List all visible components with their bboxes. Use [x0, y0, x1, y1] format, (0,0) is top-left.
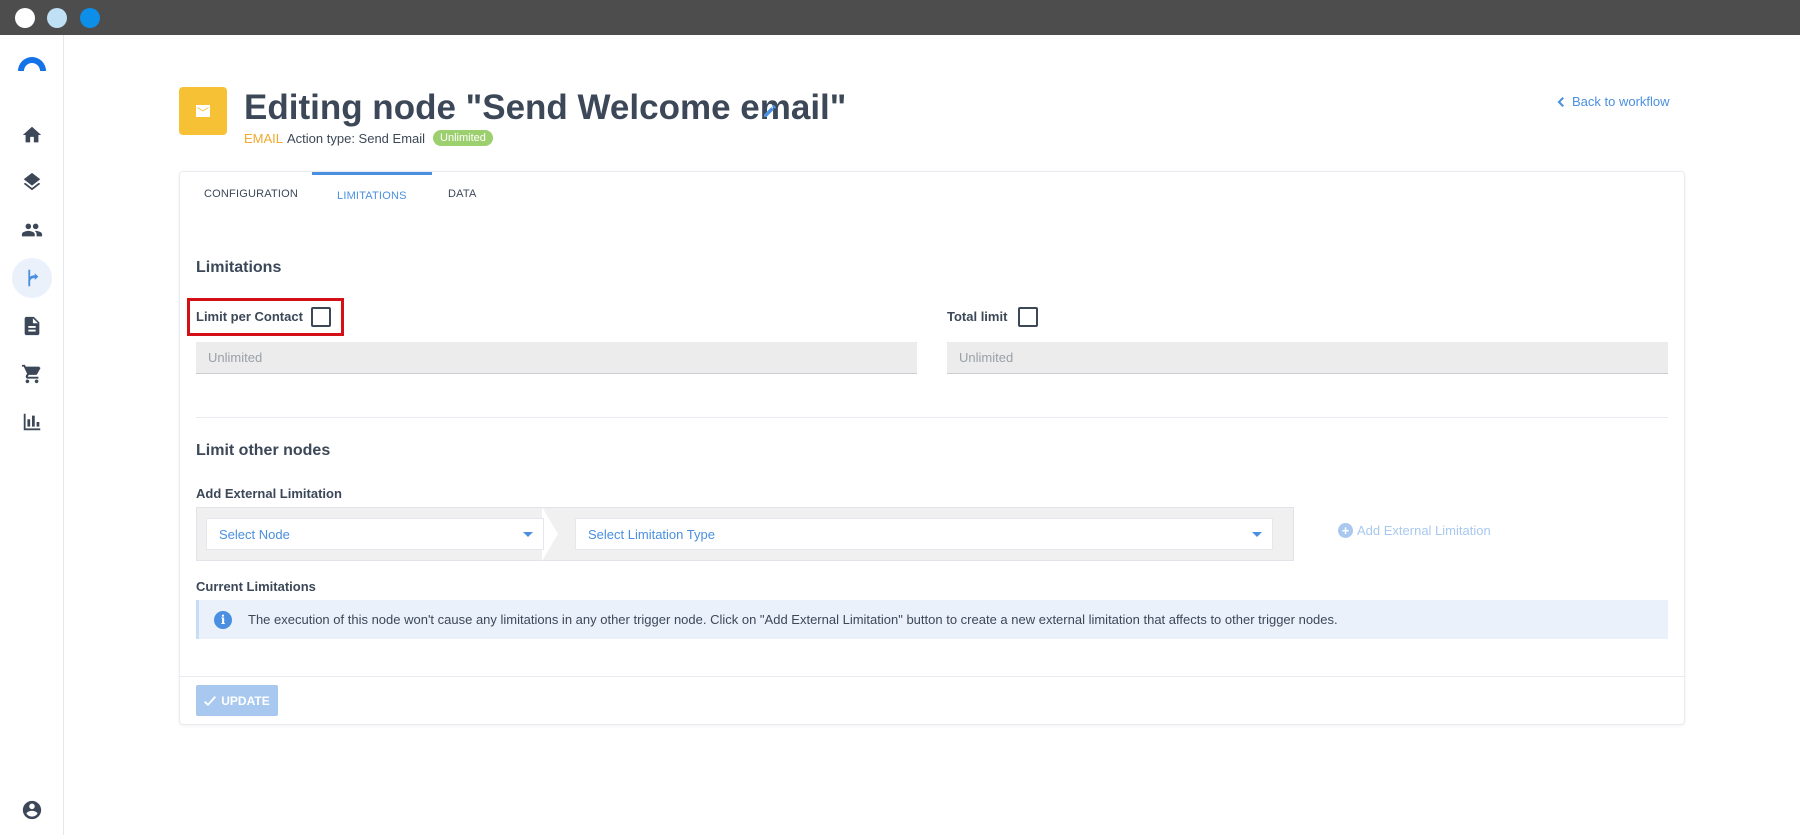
- current-limitations-label: Current Limitations: [196, 579, 316, 594]
- layers-icon: [23, 172, 41, 191]
- chevron-left-icon: [1557, 96, 1564, 107]
- select-node-dropdown[interactable]: Select Node: [206, 518, 544, 550]
- analytics-icon: [23, 413, 41, 431]
- select-node-label: Select Node: [219, 526, 290, 542]
- edit-title-icon[interactable]: [762, 103, 778, 119]
- chevron-down-icon: [523, 532, 533, 537]
- update-button[interactable]: UPDATE: [196, 685, 278, 716]
- document-icon: [24, 316, 40, 336]
- email-icon: [196, 105, 210, 117]
- node-type-tag: EMAIL: [244, 130, 284, 146]
- window-titlebar: [0, 0, 1800, 35]
- back-link-label: Back to workflow: [1572, 94, 1670, 109]
- app-logo-icon[interactable]: [16, 53, 48, 73]
- node-editor-card: CONFIGURATION LIMITATIONS DATA Limitatio…: [179, 171, 1685, 725]
- info-message-text: The execution of this node won't cause a…: [248, 612, 1338, 627]
- sidebar-item-contacts[interactable]: [12, 210, 52, 250]
- chevron-down-icon: [1252, 532, 1262, 537]
- action-type-text: Action type: Send Email: [287, 130, 426, 146]
- select-limitation-type-label: Select Limitation Type: [588, 526, 715, 542]
- total-limit-input: Unlimited: [947, 342, 1668, 374]
- back-to-workflow-link[interactable]: Back to workflow: [1556, 94, 1670, 109]
- check-icon: [204, 695, 217, 706]
- sidebar-item-analytics[interactable]: [12, 402, 52, 442]
- limit-other-nodes-heading: Limit other nodes: [196, 442, 331, 459]
- sidebar: [0, 35, 64, 835]
- workflow-icon: [28, 269, 39, 287]
- total-limit-label: Total limit: [947, 309, 1008, 324]
- account-icon: [22, 800, 42, 820]
- sidebar-item-documents[interactable]: [12, 306, 52, 346]
- cart-icon: [21, 364, 41, 384]
- tab-data[interactable]: DATA: [448, 172, 477, 216]
- add-external-limitation-label: Add External Limitation: [196, 486, 342, 501]
- update-button-label: UPDATE: [221, 693, 270, 708]
- page-title: Editing node "Send Welcome email": [244, 88, 847, 127]
- sidebar-item-layers[interactable]: [12, 162, 52, 202]
- sidebar-item-home[interactable]: [12, 115, 52, 155]
- step-arrow-separator: [542, 507, 558, 561]
- info-message: i The execution of this node won't cause…: [196, 600, 1668, 639]
- status-badge: Unlimited: [433, 130, 493, 146]
- sidebar-item-shop[interactable]: [12, 354, 52, 394]
- select-limitation-type-dropdown[interactable]: Select Limitation Type: [575, 518, 1273, 550]
- sidebar-item-account[interactable]: [12, 790, 52, 830]
- node-type-icon: [179, 87, 227, 135]
- section-divider: [196, 417, 1668, 418]
- limit-per-contact-label: Limit per Contact: [196, 309, 303, 324]
- limitations-heading: Limitations: [196, 259, 282, 276]
- tab-limitations[interactable]: LIMITATIONS: [312, 172, 432, 216]
- plus-circle-icon: +: [1338, 523, 1353, 538]
- tab-configuration[interactable]: CONFIGURATION: [204, 172, 298, 216]
- add-external-limitation-button[interactable]: + Add External Limitation: [1338, 523, 1491, 538]
- total-limit-checkbox[interactable]: [1018, 307, 1038, 327]
- window-maximize-button[interactable]: [80, 8, 100, 28]
- sidebar-item-workflows[interactable]: [12, 258, 52, 298]
- contacts-icon: [21, 223, 43, 237]
- limit-per-contact-input: Unlimited: [196, 342, 917, 374]
- info-icon: i: [214, 610, 232, 629]
- window-close-button[interactable]: [15, 8, 35, 28]
- pencil-icon: [764, 104, 776, 117]
- footer-divider: [180, 676, 1684, 677]
- limit-per-contact-checkbox[interactable]: [311, 307, 331, 327]
- node-subtitle: EMAIL Action type: Send Email Unlimited: [244, 130, 493, 146]
- add-external-limitation-button-label: Add External Limitation: [1357, 523, 1491, 538]
- home-icon: [22, 126, 42, 143]
- window-minimize-button[interactable]: [47, 8, 67, 28]
